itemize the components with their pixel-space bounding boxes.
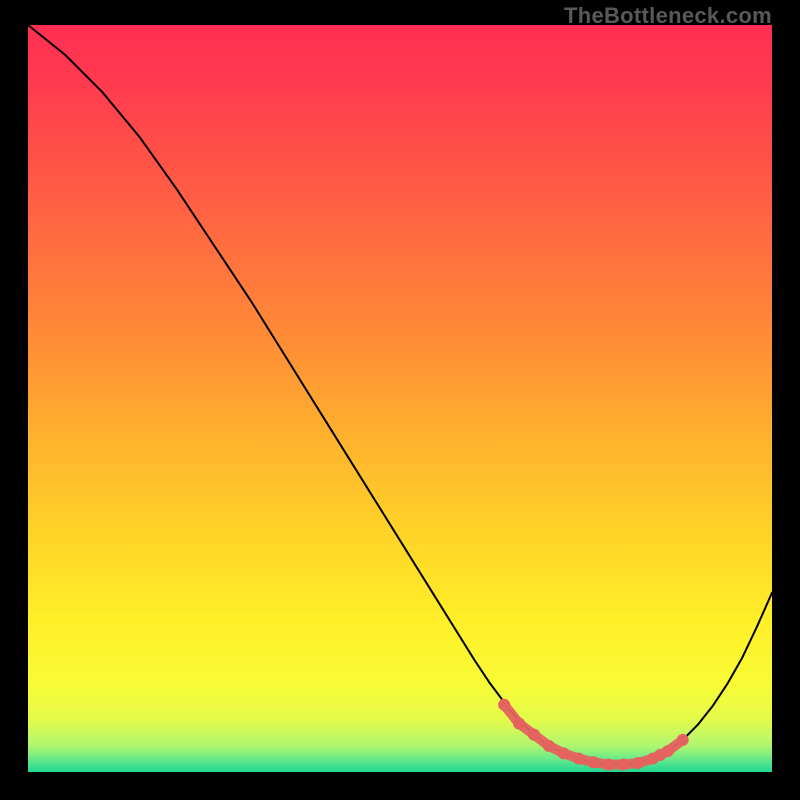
marker-dot	[558, 747, 570, 759]
marker-dot	[662, 745, 674, 757]
marker-dot	[528, 729, 540, 741]
marker-dot	[573, 753, 585, 765]
marker-dot	[677, 734, 689, 746]
bottleneck-curve	[28, 25, 772, 765]
marker-dot	[632, 757, 644, 769]
marker-dot	[617, 759, 629, 771]
marker-dot	[587, 756, 599, 768]
chart-overlay	[28, 25, 772, 772]
marker-dot	[513, 717, 525, 729]
marker-dot	[543, 740, 555, 752]
marker-dot	[498, 699, 510, 711]
marker-dot	[602, 759, 614, 771]
chart-frame: TheBottleneck.com	[0, 0, 800, 800]
